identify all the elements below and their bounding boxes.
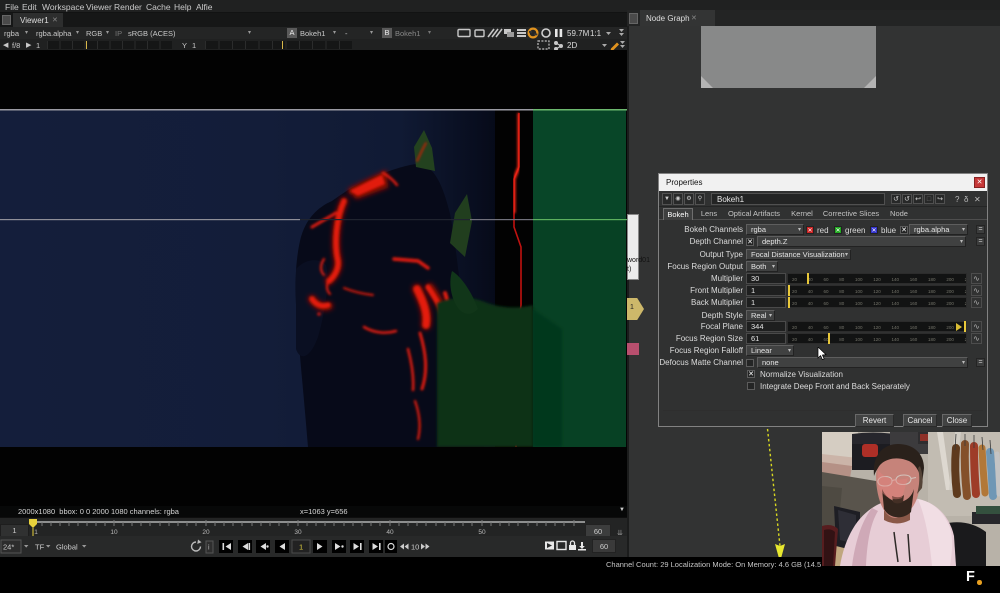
svg-text:2D: 2D xyxy=(567,41,577,50)
svg-text:50: 50 xyxy=(478,529,486,536)
svg-text:20: 20 xyxy=(202,529,210,536)
svg-text:59.7M: 59.7M xyxy=(567,29,590,38)
svg-text:10: 10 xyxy=(110,529,118,536)
svg-text:Global: Global xyxy=(56,543,78,552)
svg-text:1: 1 xyxy=(34,529,38,536)
svg-text:40: 40 xyxy=(386,529,394,536)
svg-text:24*: 24* xyxy=(3,543,14,552)
svg-text:10: 10 xyxy=(411,543,419,552)
svg-text:1:1: 1:1 xyxy=(590,29,602,38)
svg-text:TF: TF xyxy=(35,543,45,552)
svg-text:30: 30 xyxy=(294,529,302,536)
svg-text:1: 1 xyxy=(299,543,303,552)
